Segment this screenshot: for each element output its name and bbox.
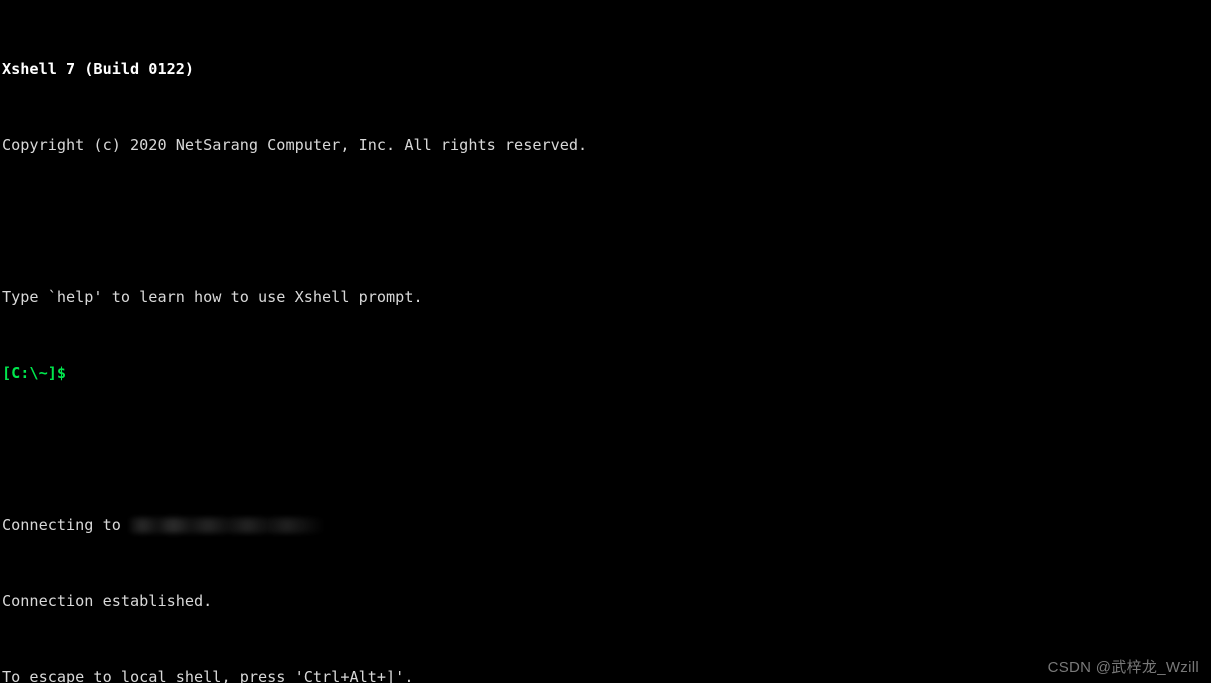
blank-line-2 [2, 440, 1211, 459]
local-prompt: [C:\~]$ [2, 364, 67, 382]
terminal-screen[interactable]: Xshell 7 (Build 0122) Copyright (c) 2020… [0, 0, 1211, 683]
connection-established-line: Connection established. [2, 592, 1211, 611]
blank-line-1 [2, 212, 1211, 231]
connecting-line: Connecting to [2, 516, 1211, 535]
escape-hint-text: To escape to local shell, press 'Ctrl+Al… [2, 668, 414, 683]
help-hint-line: Type `help' to learn how to use Xshell p… [2, 288, 1211, 307]
local-prompt-line[interactable]: [C:\~]$ [2, 364, 1211, 383]
copyright-line: Copyright (c) 2020 NetSarang Computer, I… [2, 136, 1211, 155]
redacted-host-address [130, 518, 327, 533]
app-title: Xshell 7 (Build 0122) [2, 60, 195, 78]
help-hint-text: Type `help' to learn how to use Xshell p… [2, 288, 423, 306]
escape-hint-line: To escape to local shell, press 'Ctrl+Al… [2, 668, 1211, 683]
connection-established-text: Connection established. [2, 592, 213, 610]
connecting-label: Connecting to [2, 516, 131, 534]
copyright-text: Copyright (c) 2020 NetSarang Computer, I… [2, 136, 588, 154]
app-title-line: Xshell 7 (Build 0122) [2, 60, 1211, 79]
watermark: CSDN @武梓龙_Wzill [1047, 659, 1199, 676]
